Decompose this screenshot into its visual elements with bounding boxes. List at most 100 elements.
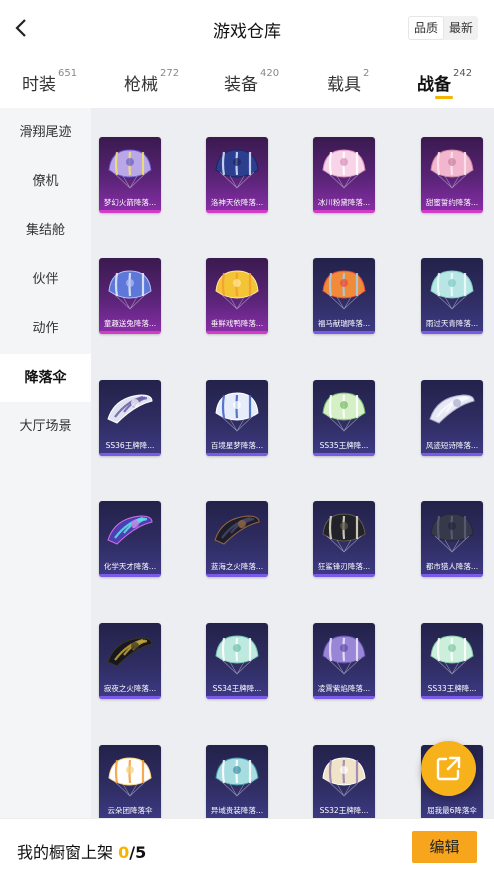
sidebar-item-parachute[interactable]: 降落伞 xyxy=(0,354,91,402)
rarity-bar xyxy=(313,696,375,699)
tab-battle-prep[interactable]: 战备242 xyxy=(417,68,472,95)
rarity-bar xyxy=(313,331,375,334)
sidebar-item-glide-trail[interactable]: 滑翔尾迹 xyxy=(0,109,91,157)
parachute-icon xyxy=(322,270,366,310)
parachute-name: 云朵团降落伞 xyxy=(107,806,153,815)
parachute-name: 雨过天青降落... xyxy=(425,319,479,328)
item-grid: 梦幻火箭降落... 洛神天依降落... 冰川粉黛降落... 甜蜜誓约降落... 童趣送兔… xyxy=(91,108,494,818)
parachute-card[interactable]: SS36王牌降... xyxy=(99,380,161,456)
sidebar-item-emote[interactable]: 动作 xyxy=(0,305,91,353)
rarity-bar xyxy=(421,331,483,334)
parachute-name: 童趣送兔降落... xyxy=(103,319,157,328)
parachute-card[interactable]: 百境星梦降落... xyxy=(206,380,268,456)
rarity-bar xyxy=(206,453,268,456)
tab-label: 装备 xyxy=(224,75,258,95)
parachute-name: 福马献瑞降落... xyxy=(317,319,371,328)
showcase-title: 我的橱窗上架 xyxy=(17,843,114,862)
parachute-card[interactable]: 寂夜之火降落... xyxy=(99,623,161,699)
rarity-bar xyxy=(421,574,483,577)
parachute-name: 洛神天依降落... xyxy=(210,198,264,207)
parachute-card[interactable]: 童趣送兔降落... xyxy=(99,258,161,334)
sidebar-item-lobby-scene[interactable]: 大厅场景 xyxy=(0,403,91,451)
rarity-bar xyxy=(421,696,483,699)
parachute-icon xyxy=(322,757,366,797)
sort-option-quality[interactable]: 品质 xyxy=(407,16,444,40)
rarity-bar xyxy=(313,453,375,456)
share-external-icon xyxy=(436,756,461,781)
rarity-bar xyxy=(421,453,483,456)
tab-label: 枪械 xyxy=(124,75,158,95)
parachute-card[interactable]: 云朵团降落伞 xyxy=(99,745,161,818)
parachute-icon xyxy=(108,270,152,310)
rarity-bar xyxy=(206,331,268,334)
parachute-name: SS32王牌降... xyxy=(319,806,369,815)
rarity-bar xyxy=(99,696,161,699)
sidebar: 滑翔尾迹 僚机 集结舱 伙伴 动作 降落伞 大厅场景 xyxy=(0,108,91,818)
showcase-bar: 我的橱窗上架 0/5 编辑 xyxy=(0,818,494,876)
showcase-current: 0 xyxy=(118,843,130,862)
sort-option-latest[interactable]: 最新 xyxy=(444,16,478,40)
tab-equipment[interactable]: 装备420 xyxy=(224,68,280,95)
showcase-count: 0/5 xyxy=(118,843,146,862)
parachute-icon xyxy=(215,635,259,675)
parachute-icon xyxy=(108,149,152,189)
parachute-icon xyxy=(430,149,474,189)
parachute-card[interactable]: SS35王牌降... xyxy=(313,380,375,456)
sidebar-item-rally-pod[interactable]: 集结舱 xyxy=(0,207,91,255)
parachute-card[interactable]: 狂鲨锋刃降落... xyxy=(313,501,375,577)
tab-label: 载具 xyxy=(327,75,361,95)
rarity-bar xyxy=(99,574,161,577)
sidebar-item-companion[interactable]: 伙伴 xyxy=(0,256,91,304)
tab-label: 时装 xyxy=(22,75,56,95)
parachute-card[interactable]: SS33王牌降... xyxy=(421,623,483,699)
sidebar-item-wingman[interactable]: 僚机 xyxy=(0,158,91,206)
parachute-name: 化学天才降落... xyxy=(103,562,157,571)
parachute-card[interactable]: 甜蜜誓约降落... xyxy=(421,137,483,213)
parachute-card[interactable]: 都市猎人降落... xyxy=(421,501,483,577)
active-tab-indicator xyxy=(435,96,453,99)
parachute-icon xyxy=(429,394,475,424)
parachute-name: 梦幻火箭降落... xyxy=(103,198,157,207)
tab-fashion[interactable]: 时装651 xyxy=(22,68,77,95)
parachute-icon xyxy=(215,149,259,189)
parachute-card[interactable]: 雨过天青降落... xyxy=(421,258,483,334)
tab-count: 2 xyxy=(363,68,370,79)
parachute-name: 屈我最6降落伞 xyxy=(427,806,477,815)
rarity-bar xyxy=(313,574,375,577)
edit-button[interactable]: 编辑 xyxy=(412,831,477,863)
parachute-card[interactable]: 梦幻火箭降落... xyxy=(99,137,161,213)
rarity-bar xyxy=(421,210,483,213)
parachute-name: SS34王牌降... xyxy=(212,684,262,693)
parachute-name: 风迹短诗降落... xyxy=(425,441,479,450)
parachute-name: 甜蜜誓约降落... xyxy=(425,198,479,207)
header-bar: 游戏仓库 品质 最新 xyxy=(0,0,494,58)
parachute-icon xyxy=(322,149,366,189)
sort-toggle[interactable]: 品质 最新 xyxy=(407,16,478,40)
parachute-name: 蓝海之火降落... xyxy=(210,562,264,571)
parachute-icon xyxy=(215,392,259,432)
parachute-card[interactable]: 福马献瑞降落... xyxy=(313,258,375,334)
parachute-icon xyxy=(322,392,366,432)
parachute-card[interactable]: 风迹短诗降落... xyxy=(421,380,483,456)
tab-vehicles[interactable]: 载具2 xyxy=(327,68,370,95)
parachute-card[interactable]: 洛神天依降落... xyxy=(206,137,268,213)
parachute-card[interactable]: SS34王牌降... xyxy=(206,623,268,699)
parachute-card[interactable]: 凌霄紫焰降落... xyxy=(313,623,375,699)
parachute-name: SS35王牌降... xyxy=(319,441,369,450)
share-button[interactable] xyxy=(421,741,476,796)
parachute-card[interactable]: 异域贵装降落... xyxy=(206,745,268,818)
parachute-card[interactable]: SS32王牌降... xyxy=(313,745,375,818)
rarity-bar xyxy=(99,210,161,213)
parachute-icon xyxy=(322,513,366,553)
rarity-bar xyxy=(99,453,161,456)
parachute-icon xyxy=(107,637,153,667)
parachute-card[interactable]: 化学天才降落... xyxy=(99,501,161,577)
parachute-name: 凌霄紫焰降落... xyxy=(317,684,371,693)
tab-weapons[interactable]: 枪械272 xyxy=(124,68,179,95)
parachute-card[interactable]: 垂鲜戏鸭降落... xyxy=(206,258,268,334)
rarity-bar xyxy=(99,331,161,334)
parachute-icon xyxy=(215,757,259,797)
tab-count: 420 xyxy=(260,68,280,79)
parachute-card[interactable]: 蓝海之火降落... xyxy=(206,501,268,577)
parachute-card[interactable]: 冰川粉黛降落... xyxy=(313,137,375,213)
